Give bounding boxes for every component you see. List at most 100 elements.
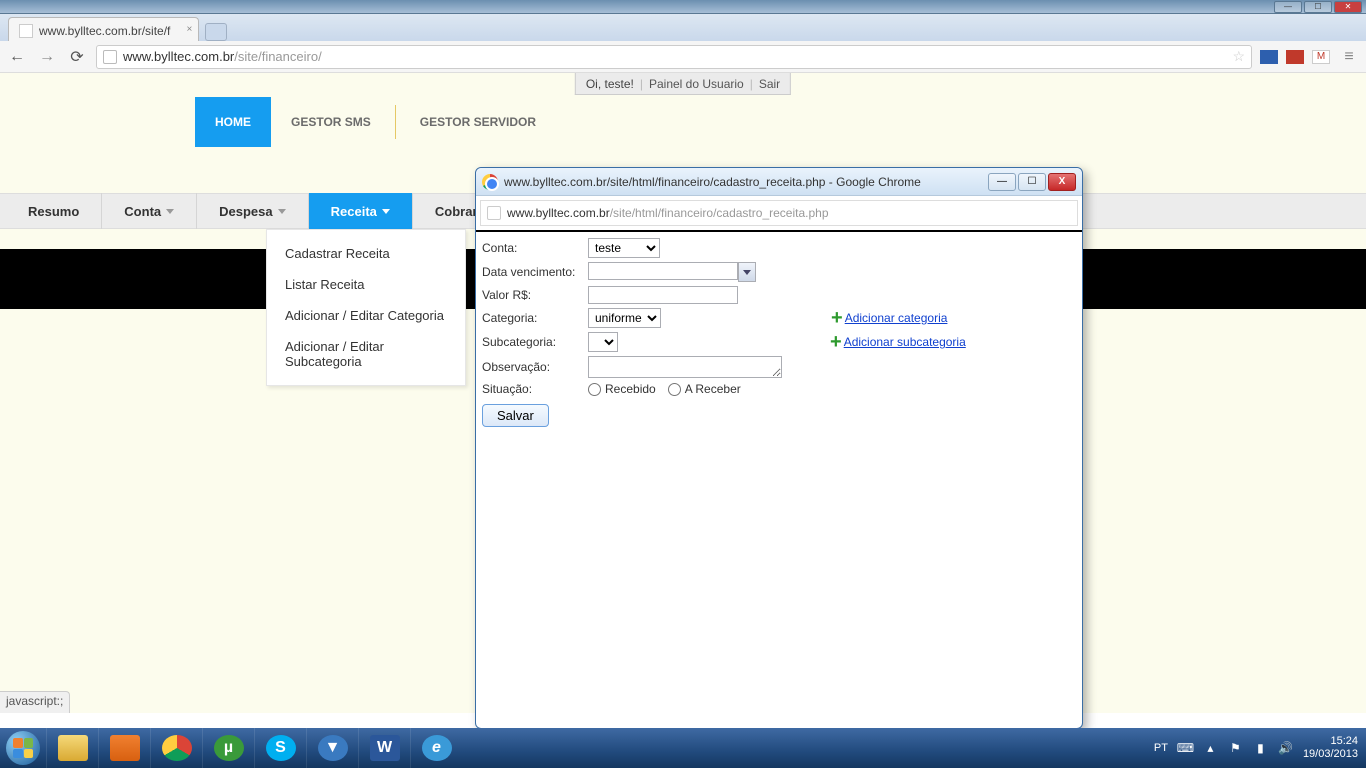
nav-gestor-servidor[interactable]: GESTOR SERVIDOR bbox=[400, 97, 556, 147]
data-vencimento-field bbox=[588, 262, 756, 282]
start-button[interactable] bbox=[0, 728, 46, 768]
separator: | bbox=[750, 77, 753, 91]
chrome-icon bbox=[482, 174, 498, 190]
logout-link[interactable]: Sair bbox=[759, 77, 780, 91]
taskbar-word[interactable]: W bbox=[358, 728, 410, 768]
chrome-menu-icon[interactable]: ≡ bbox=[1338, 46, 1360, 68]
site-icon bbox=[103, 50, 117, 64]
taskbar-chrome[interactable] bbox=[150, 728, 202, 768]
tab-label: Conta bbox=[124, 204, 161, 219]
tab-label: Resumo bbox=[28, 204, 79, 219]
label-categoria: Categoria: bbox=[482, 311, 588, 325]
date-dropdown-button[interactable] bbox=[738, 262, 756, 282]
browser-tab-strip: www.bylltec.com.br/site/f × bbox=[0, 14, 1366, 41]
gmail-icon[interactable]: M bbox=[1312, 50, 1330, 64]
taskbar-utorrent[interactable]: µ bbox=[202, 728, 254, 768]
menu-editar-subcategoria[interactable]: Adicionar / Editar Subcategoria bbox=[267, 331, 465, 377]
user-bar: Oi, teste! | Painel do Usuario | Sair bbox=[575, 73, 791, 95]
valor-input[interactable] bbox=[588, 286, 738, 304]
address-bar[interactable]: www.bylltec.com.br/site/financeiro/ ☆ bbox=[96, 45, 1252, 69]
label-observacao: Observação: bbox=[482, 360, 588, 374]
os-maximize-button[interactable]: ☐ bbox=[1304, 1, 1332, 13]
browser-tab[interactable]: www.bylltec.com.br/site/f × bbox=[8, 17, 199, 41]
forward-button[interactable]: → bbox=[36, 46, 58, 68]
tray-volume-icon[interactable]: 🔊 bbox=[1278, 741, 1293, 755]
data-vencimento-input[interactable] bbox=[588, 262, 738, 280]
popup-close-button[interactable]: X bbox=[1048, 173, 1076, 191]
tray-keyboard-icon[interactable]: ⌨ bbox=[1178, 741, 1193, 755]
extension-icon[interactable] bbox=[1286, 50, 1304, 64]
tab-receita[interactable]: Receita bbox=[309, 193, 413, 229]
tab-despesa[interactable]: Despesa bbox=[197, 193, 308, 229]
new-tab-button[interactable] bbox=[205, 23, 227, 41]
menu-listar-receita[interactable]: Listar Receita bbox=[267, 269, 465, 300]
bookmark-star-icon[interactable]: ☆ bbox=[1232, 48, 1245, 65]
popup-address-bar[interactable]: www.bylltec.com.br/site/html/financeiro/… bbox=[480, 200, 1078, 226]
areceber-radio[interactable] bbox=[668, 383, 681, 396]
taskbar-download[interactable]: ▼ bbox=[306, 728, 358, 768]
windows-logo-icon bbox=[6, 731, 40, 765]
menu-cadastrar-receita[interactable]: Cadastrar Receita bbox=[267, 238, 465, 269]
areceber-label: A Receber bbox=[685, 382, 741, 396]
categoria-select[interactable]: uniforme bbox=[588, 308, 661, 328]
popup-url-path: /site/html/financeiro/cadastro_receita.p… bbox=[610, 206, 829, 220]
taskbar-skype[interactable]: S bbox=[254, 728, 306, 768]
taskbar-ie[interactable]: e bbox=[410, 728, 462, 768]
nav-home[interactable]: HOME bbox=[195, 97, 271, 147]
conta-select[interactable]: teste bbox=[588, 238, 660, 258]
add-subcategoria-link[interactable]: + Adicionar subcategoria bbox=[830, 332, 966, 352]
taskbar-explorer[interactable] bbox=[46, 728, 98, 768]
popup-window: www.bylltec.com.br/site/html/financeiro/… bbox=[475, 167, 1083, 729]
tray-network-icon[interactable]: ▮ bbox=[1253, 741, 1268, 755]
popup-form: Conta: teste Data vencimento: Valor R$: … bbox=[476, 230, 1082, 433]
windows-taskbar: µ S ▼ W e PT ⌨ ▴ ⚑ ▮ 🔊 15:24 19/03/2013 bbox=[0, 728, 1366, 768]
page-content: Oi, teste! | Painel do Usuario | Sair HO… bbox=[0, 73, 1366, 713]
tray-chevron-icon[interactable]: ▴ bbox=[1203, 741, 1218, 755]
tab-close-icon[interactable]: × bbox=[187, 24, 193, 35]
os-minimize-button[interactable]: — bbox=[1274, 1, 1302, 13]
taskbar-clock[interactable]: 15:24 19/03/2013 bbox=[1303, 735, 1358, 761]
subcategoria-select[interactable] bbox=[588, 332, 618, 352]
label-conta: Conta: bbox=[482, 241, 588, 255]
popup-title-text: www.bylltec.com.br/site/html/financeiro/… bbox=[504, 175, 921, 189]
popup-maximize-button[interactable]: ☐ bbox=[1018, 173, 1046, 191]
taskbar-media-player[interactable] bbox=[98, 728, 150, 768]
nav-gestor-sms[interactable]: GESTOR SMS bbox=[271, 97, 391, 147]
url-host: www.bylltec.com.br bbox=[123, 49, 234, 64]
label-subcategoria: Subcategoria: bbox=[482, 335, 588, 349]
browser-toolbar: ← → ⟳ www.bylltec.com.br/site/financeiro… bbox=[0, 41, 1366, 73]
os-close-button[interactable]: ✕ bbox=[1334, 1, 1362, 13]
os-window-titlebar: — ☐ ✕ bbox=[0, 0, 1366, 14]
tab-title: www.bylltec.com.br/site/f bbox=[39, 24, 170, 38]
page-favicon-icon bbox=[19, 24, 33, 38]
tab-conta[interactable]: Conta bbox=[102, 193, 197, 229]
back-button[interactable]: ← bbox=[6, 46, 28, 68]
system-tray: PT ⌨ ▴ ⚑ ▮ 🔊 15:24 19/03/2013 bbox=[1154, 735, 1366, 761]
plus-icon: + bbox=[831, 308, 843, 328]
receita-dropdown: Cadastrar Receita Listar Receita Adicion… bbox=[266, 229, 466, 386]
clock-date: 19/03/2013 bbox=[1303, 748, 1358, 761]
menu-editar-categoria[interactable]: Adicionar / Editar Categoria bbox=[267, 300, 465, 331]
observacao-textarea[interactable] bbox=[588, 356, 782, 378]
add-categoria-text: Adicionar categoria bbox=[845, 311, 948, 325]
tab-resumo[interactable]: Resumo bbox=[6, 193, 102, 229]
nav-divider bbox=[395, 105, 396, 139]
label-valor: Valor R$: bbox=[482, 288, 588, 302]
popup-url-host: www.bylltec.com.br bbox=[507, 206, 610, 220]
extensions-area: M ≡ bbox=[1260, 46, 1360, 68]
popup-titlebar[interactable]: www.bylltec.com.br/site/html/financeiro/… bbox=[476, 168, 1082, 196]
reload-button[interactable]: ⟳ bbox=[66, 46, 88, 68]
popup-minimize-button[interactable]: — bbox=[988, 173, 1016, 191]
greeting-text: Oi, teste! bbox=[586, 77, 634, 91]
separator: | bbox=[640, 77, 643, 91]
label-situacao: Situação: bbox=[482, 382, 588, 396]
add-categoria-link[interactable]: + Adicionar categoria bbox=[831, 308, 947, 328]
chevron-down-icon bbox=[278, 209, 286, 214]
user-panel-link[interactable]: Painel do Usuario bbox=[649, 77, 744, 91]
extension-icon[interactable] bbox=[1260, 50, 1278, 64]
tray-flag-icon[interactable]: ⚑ bbox=[1228, 741, 1243, 755]
language-indicator[interactable]: PT bbox=[1154, 742, 1168, 754]
recebido-radio[interactable] bbox=[588, 383, 601, 396]
tab-label: Receita bbox=[331, 204, 377, 219]
salvar-button[interactable]: Salvar bbox=[482, 404, 549, 427]
